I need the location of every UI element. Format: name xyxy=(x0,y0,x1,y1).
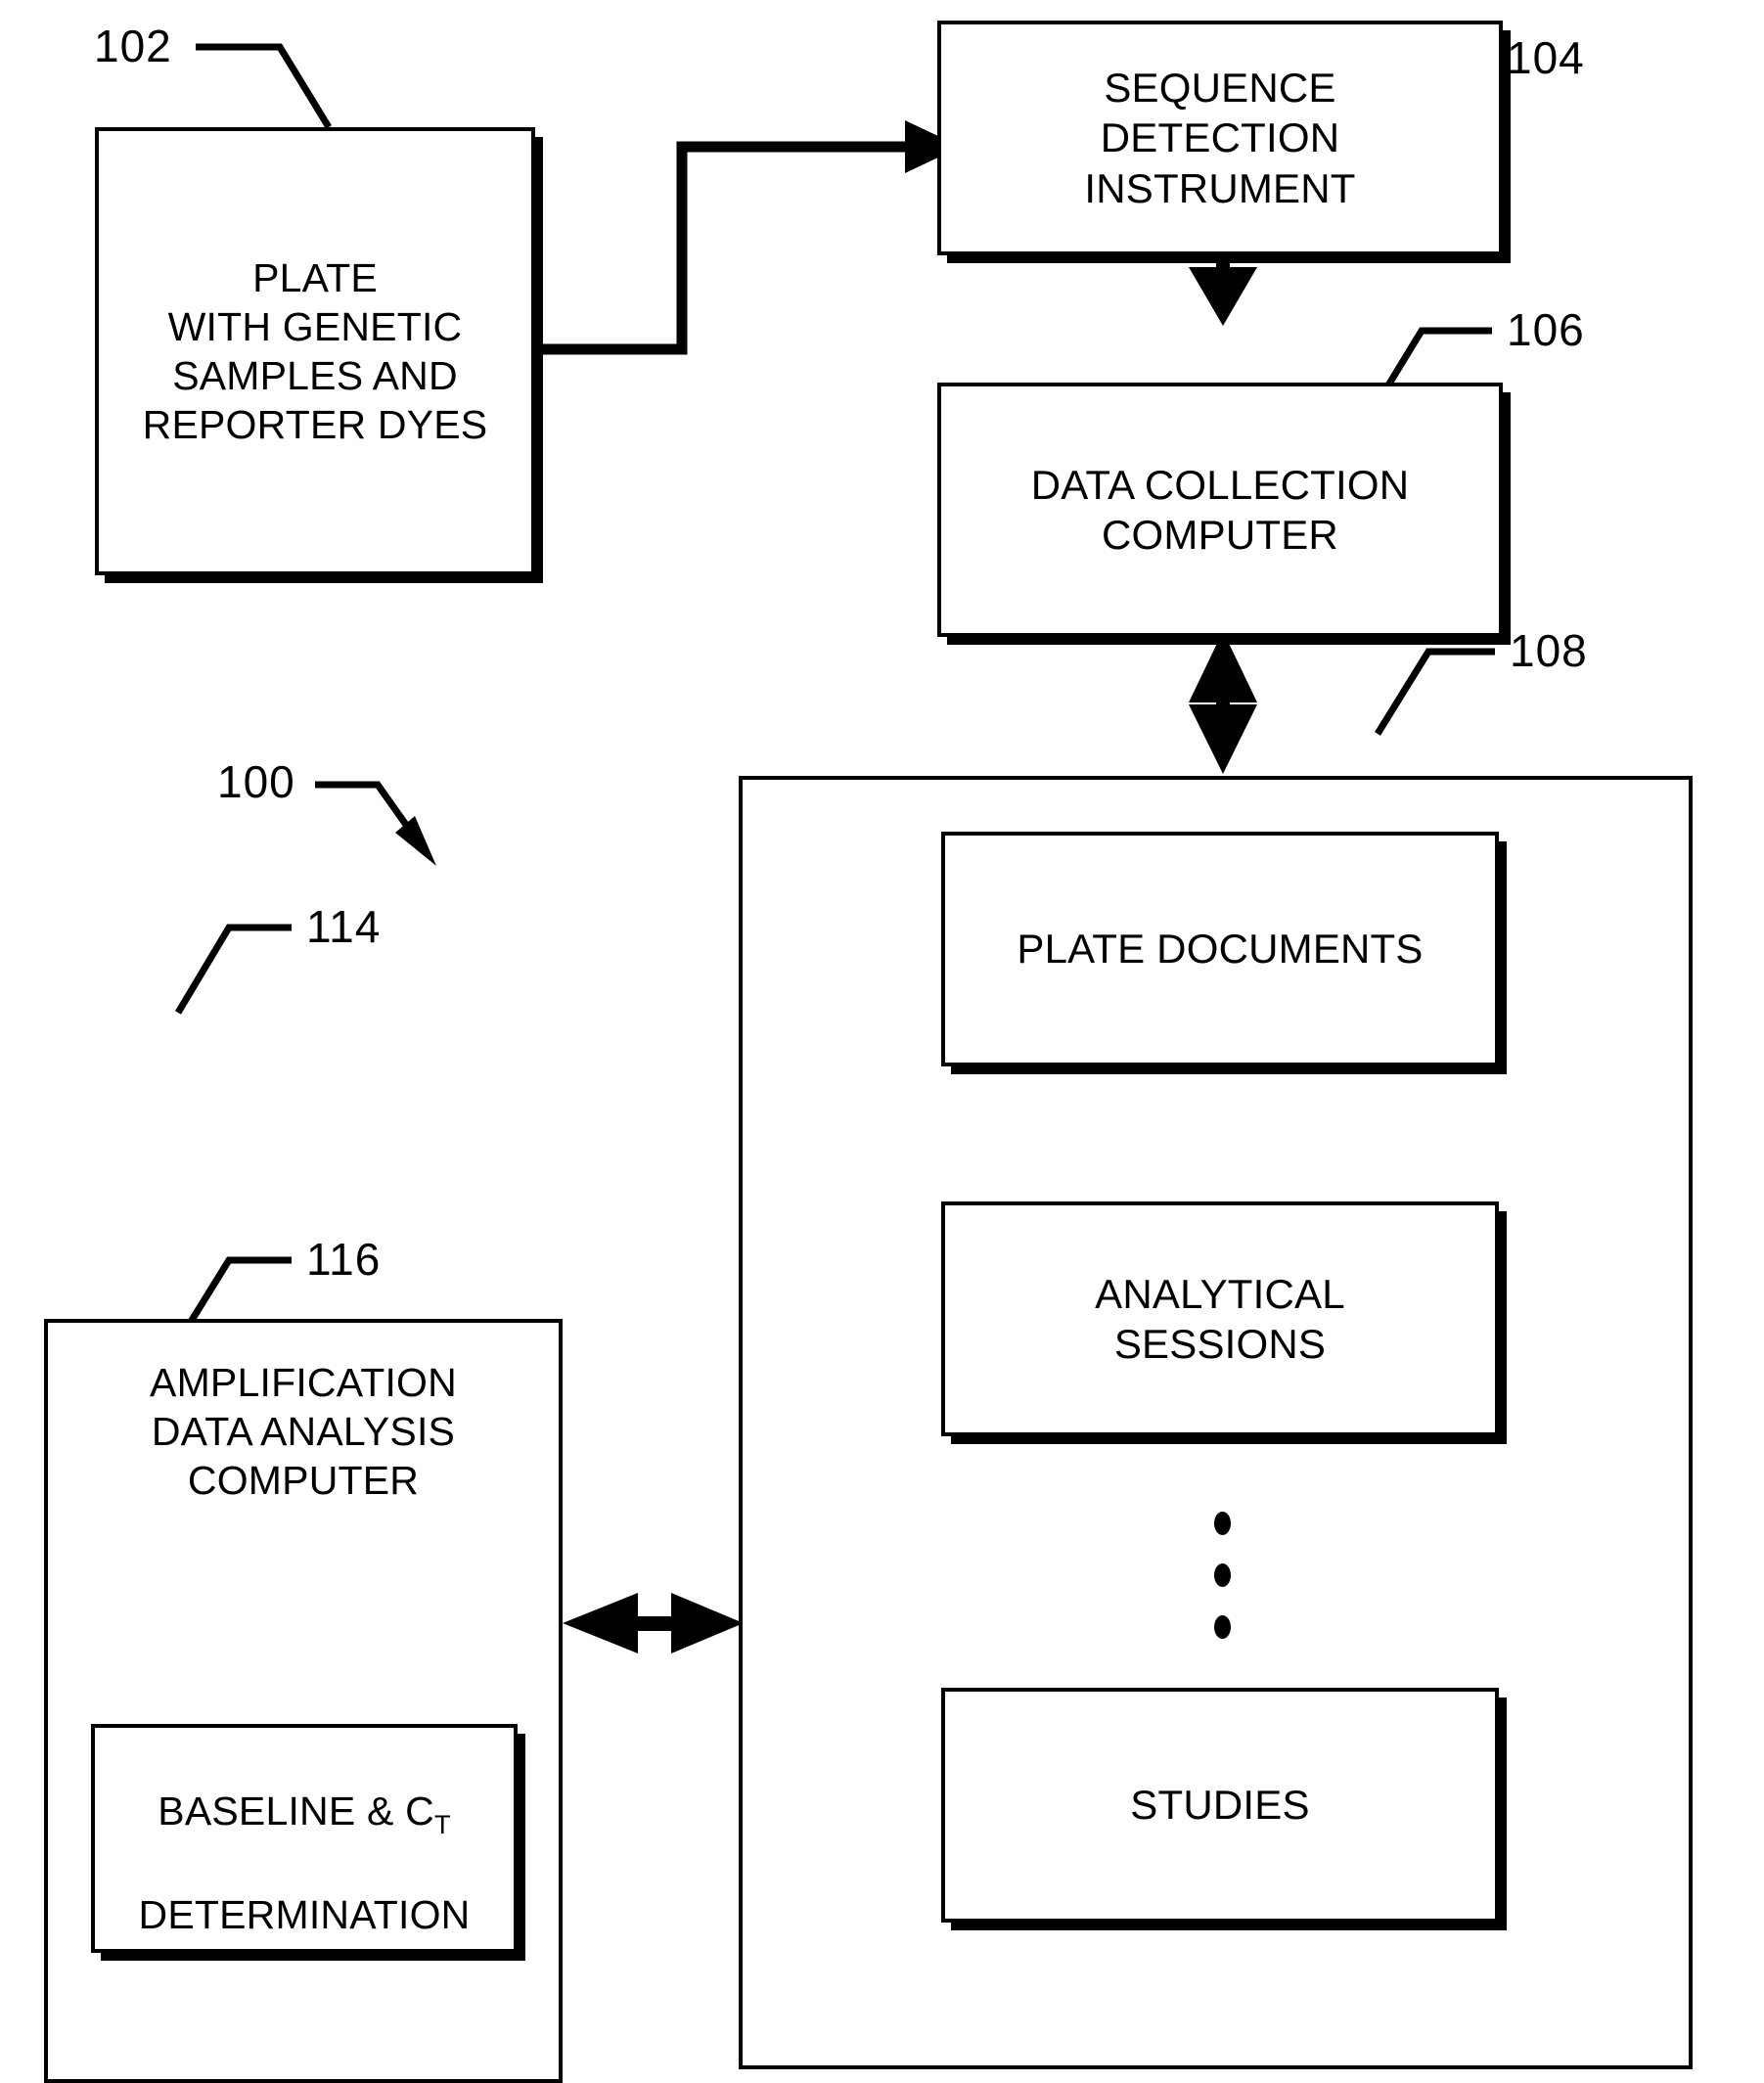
box-sequence-detection-instrument-label: SEQUENCE DETECTION INSTRUMENT xyxy=(1084,65,1356,211)
box-plate-documents: PLATE DOCUMENTS xyxy=(941,832,1499,1066)
box-amplification-data-analysis-computer: AMPLIFICATION DATA ANALYSIS COMPUTER xyxy=(44,1319,563,2083)
baseline-ct-line2: DETERMINATION xyxy=(138,1892,471,1938)
arrow-datacollection-container xyxy=(1189,631,1257,774)
ref-number-116: 116 xyxy=(306,1234,382,1285)
box-amplification-data-analysis-computer-label: AMPLIFICATION DATA ANALYSIS COMPUTER xyxy=(150,1360,457,1504)
box-sequence-detection-instrument: SEQUENCE DETECTION INSTRUMENT xyxy=(937,21,1503,255)
ref-number-104: 104 xyxy=(1507,32,1585,83)
box-studies: STUDIES xyxy=(941,1688,1499,1923)
box-data-collection-computer-label: DATA COLLECTION COMPUTER xyxy=(1030,461,1410,558)
ref-number-114: 114 xyxy=(306,901,382,952)
leader-100 xyxy=(315,781,436,866)
box-plate-label: PLATE WITH GENETIC SAMPLES AND REPORTER … xyxy=(142,254,488,448)
vertical-ellipsis-icon xyxy=(1212,1512,1232,1639)
ref-number-100: 100 xyxy=(217,756,295,807)
ref-number-108: 108 xyxy=(1510,625,1588,676)
box-analytical-sessions-label: ANALYTICAL SESSIONS xyxy=(1095,1270,1345,1367)
patent-figure: 102 104 106 108 110 112 114 116 100 PLAT… xyxy=(0,0,1764,2083)
baseline-ct-subscript: T xyxy=(433,1810,451,1840)
baseline-ct-line1: BASELINE & C xyxy=(158,1788,434,1834)
connector-plate-to-instrument xyxy=(535,120,961,355)
ref-number-106: 106 xyxy=(1507,304,1585,355)
arrow-amplification-container xyxy=(563,1593,744,1653)
box-analytical-sessions: ANALYTICAL SESSIONS xyxy=(941,1201,1499,1436)
box-plate: PLATE WITH GENETIC SAMPLES AND REPORTER … xyxy=(95,127,535,575)
box-studies-label: STUDIES xyxy=(1130,1782,1310,1829)
box-baseline-ct-determination: BASELINE & CT DETERMINATION xyxy=(91,1724,518,1953)
ref-number-102: 102 xyxy=(94,21,172,71)
box-data-collection-computer: DATA COLLECTION COMPUTER xyxy=(937,383,1503,637)
box-plate-documents-label: PLATE DOCUMENTS xyxy=(1017,926,1424,973)
box-baseline-ct-determination-label: BASELINE & CT DETERMINATION xyxy=(139,1738,471,1939)
